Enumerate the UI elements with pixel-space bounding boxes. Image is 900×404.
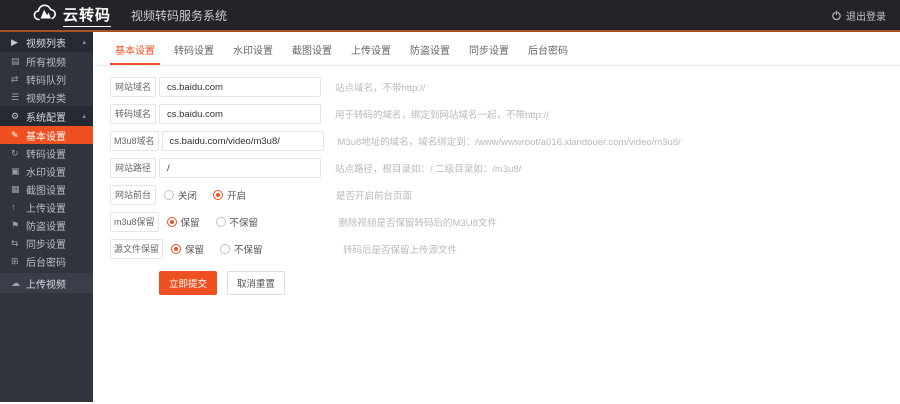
category-icon: ☰: [11, 91, 20, 102]
m3u8-domain-hint: M3u8地址的域名，域名绑定到：/www/wwwroot/a016.xiando…: [337, 137, 681, 148]
logo-text: 云转码: [63, 4, 112, 27]
sidebar-item-video-category[interactable]: ☰ 视频分类: [0, 88, 93, 106]
sidebar-item-system-config[interactable]: ⚙ 系统配置 ▴: [0, 106, 93, 126]
source-keep-label: 源文件保留: [110, 239, 164, 259]
logout-button[interactable]: 退出登录: [831, 8, 900, 23]
tab-hotlink-settings[interactable]: 防盗设置: [405, 38, 455, 65]
chevron-up-icon: ▴: [82, 39, 86, 46]
m3u8-keep-label: m3u8保留: [110, 212, 159, 232]
radio-m3u8-keep[interactable]: 保留: [166, 215, 200, 229]
tab-transcode-settings[interactable]: 转码设置: [169, 38, 219, 65]
transcode-domain-hint: 用于转码的域名，绑定到网站域名一起，不带http://: [335, 110, 549, 121]
radio-site-front-on[interactable]: 开启: [213, 188, 246, 202]
cloud-upload-icon: ☁: [11, 277, 20, 288]
image-icon: ▦: [11, 183, 20, 194]
form-row-m3u8-keep: m3u8保留 保留 不保留 删除视频是否保留转码后的M3U8文件: [110, 212, 900, 232]
radio-icon: [220, 244, 231, 254]
watermark-icon: ▣: [11, 165, 20, 176]
edit-icon: ✎: [11, 129, 19, 140]
tab-sync-settings[interactable]: 同步设置: [464, 38, 514, 65]
form-actions: 立即提交 取消重置: [110, 271, 900, 295]
chevron-up-icon: ▴: [82, 113, 86, 120]
form-row-source-keep: 源文件保留 保留 不保留 转码后是否保留上传源文件: [110, 239, 900, 259]
form-row-site-path: 网站路径 站点路径，根目录如：/ 二级目录如：/m3u8/: [110, 158, 900, 178]
tab-admin-password[interactable]: 后台密码: [523, 38, 573, 65]
sidebar-item-admin-password[interactable]: ⊞ 后台密码: [0, 252, 93, 270]
sidebar-item-basic-settings[interactable]: ✎ 基本设置: [0, 126, 93, 144]
app-title: 视频转码服务系统: [131, 8, 228, 23]
cloud-logo-icon: [32, 3, 58, 28]
all-videos-icon: ▤: [11, 55, 20, 66]
m3u8-domain-input[interactable]: [161, 131, 324, 151]
sidebar-item-transcode-settings[interactable]: ↻ 转码设置: [0, 144, 93, 162]
site-front-hint: 是否开启前台页面: [336, 191, 413, 202]
m3u8-domain-label: M3u8域名: [110, 131, 159, 151]
m3u8-keep-hint: 删除视频是否保留转码后的M3U8文件: [338, 218, 497, 229]
site-path-input[interactable]: [159, 158, 321, 178]
tab-watermark-settings[interactable]: 水印设置: [228, 38, 278, 65]
sidebar-item-watermark-settings[interactable]: ▣ 水印设置: [0, 162, 93, 180]
site-front-radio-group: 关闭 开启: [164, 188, 322, 202]
submit-button[interactable]: 立即提交: [159, 271, 218, 295]
sidebar: ▶ 视频列表 ▴ ▤ 所有视频 ⇄ 转码队列 ☰ 视频分类 ⚙ 系统配置 ▴ ✎…: [0, 32, 93, 402]
main-content: 基本设置 转码设置 水印设置 截图设置 上传设置 防盗设置 同步设置 后台密码 …: [93, 32, 900, 402]
tab-upload-settings[interactable]: 上传设置: [346, 38, 396, 65]
form-row-transcode-domain: 转码域名 用于转码的域名，绑定到网站域名一起，不带http://: [110, 104, 900, 124]
sidebar-item-sync-settings[interactable]: ⇆ 同步设置: [0, 234, 93, 252]
site-domain-input[interactable]: [159, 77, 321, 97]
site-path-hint: 站点路径，根目录如：/ 二级目录如：/m3u8/: [335, 164, 522, 175]
password-icon: ⊞: [11, 255, 19, 266]
site-path-label: 网站路径: [110, 158, 156, 178]
gear-icon: ⚙: [11, 110, 20, 121]
sidebar-item-all-videos[interactable]: ▤ 所有视频: [0, 52, 93, 70]
sidebar-item-video-list[interactable]: ▶ 视频列表 ▴: [0, 32, 93, 52]
source-keep-radio-group: 保留 不保留: [171, 242, 329, 256]
tab-screenshot-settings[interactable]: 截图设置: [287, 38, 337, 65]
transcode-domain-input[interactable]: [159, 104, 321, 124]
queue-icon: ⇄: [11, 73, 19, 84]
topbar: 云转码 视频转码服务系统 退出登录: [0, 0, 900, 32]
radio-source-keep[interactable]: 保留: [171, 242, 204, 256]
logout-label: 退出登录: [846, 11, 886, 23]
form-row-site-front: 网站前台 关闭 开启 是否开启前台页面: [110, 185, 900, 205]
refresh-icon: ↻: [11, 147, 19, 158]
radio-icon: [215, 217, 226, 227]
sidebar-item-upload-video[interactable]: ☁ 上传视频: [0, 273, 93, 293]
site-front-label: 网站前台: [110, 185, 156, 205]
basic-settings-form: 网站域名 站点域名，不带http:// 转码域名 用于转码的域名，绑定到网站域名…: [93, 66, 900, 295]
form-row-m3u8-domain: M3u8域名 M3u8地址的域名，域名绑定到：/www/wwwroot/a016…: [110, 131, 900, 151]
source-keep-hint: 转码后是否保留上传源文件: [343, 245, 458, 256]
sidebar-item-screenshot-settings[interactable]: ▦ 截图设置: [0, 180, 93, 198]
reset-button[interactable]: 取消重置: [227, 271, 286, 295]
power-icon: [832, 9, 841, 20]
sidebar-item-hotlink-settings[interactable]: ⚑ 防盗设置: [0, 216, 93, 234]
m3u8-keep-radio-group: 保留 不保留: [166, 215, 325, 229]
sync-icon: ⇆: [11, 237, 19, 248]
site-domain-label: 网站域名: [110, 77, 156, 97]
video-list-icon: ▶: [11, 36, 18, 47]
radio-icon: [164, 190, 174, 200]
upload-icon: ↑: [11, 202, 16, 212]
radio-icon: [166, 217, 177, 227]
sidebar-item-transcode-queue[interactable]: ⇄ 转码队列: [0, 70, 93, 88]
sidebar-item-upload-settings[interactable]: ↑ 上传设置: [0, 198, 93, 216]
form-row-site-domain: 网站域名 站点域名，不带http://: [110, 77, 900, 97]
radio-m3u8-discard[interactable]: 不保留: [215, 215, 258, 229]
radio-source-discard[interactable]: 不保留: [220, 242, 263, 256]
settings-tabbar: 基本设置 转码设置 水印设置 截图设置 上传设置 防盗设置 同步设置 后台密码: [93, 32, 900, 66]
site-domain-hint: 站点域名，不带http://: [335, 83, 426, 94]
radio-icon: [171, 244, 182, 254]
transcode-domain-label: 转码域名: [110, 104, 156, 124]
flag-icon: ⚑: [11, 219, 20, 230]
radio-site-front-off[interactable]: 关闭: [164, 188, 197, 202]
radio-icon: [213, 190, 224, 200]
logo[interactable]: 云转码: [0, 3, 112, 28]
tab-basic-settings[interactable]: 基本设置: [110, 38, 160, 65]
